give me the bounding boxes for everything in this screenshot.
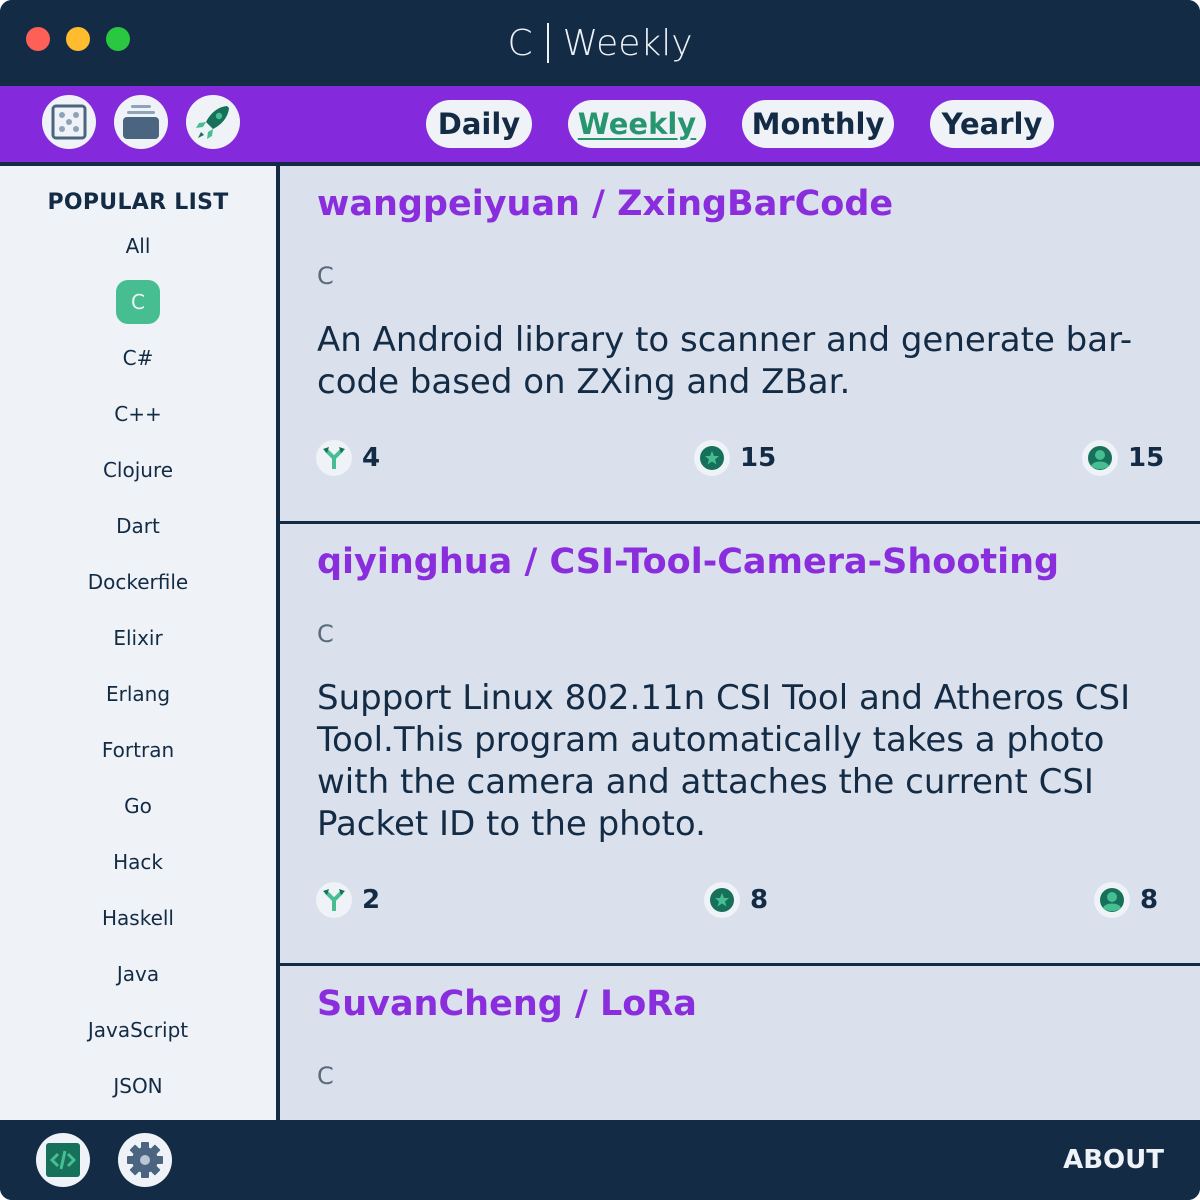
repo-title-link[interactable]: wangpeiyuan / ZxingBarCode: [317, 184, 893, 224]
sidebar-item-erlang[interactable]: Erlang: [0, 682, 276, 706]
star-count: 15: [694, 440, 776, 476]
sidebar-item-javascript[interactable]: JavaScript: [0, 1018, 276, 1042]
watcher-count: 8: [1094, 882, 1158, 918]
repo-list[interactable]: wangpeiyuan / ZxingBarCode C An Android …: [280, 166, 1200, 1120]
tab-monthly[interactable]: Monthly: [742, 100, 894, 148]
window-title: C Weekly: [0, 0, 1200, 86]
title-bar: C Weekly: [0, 0, 1200, 86]
sidebar-item-clojure[interactable]: Clojure: [0, 458, 276, 482]
sidebar-item-dockerfile[interactable]: Dockerfile: [0, 570, 276, 594]
repo-title-link[interactable]: qiyinghua / CSI-Tool-Camera-Shooting: [317, 542, 1059, 582]
sidebar-item-hack[interactable]: Hack: [0, 850, 276, 874]
fork-count: 4: [316, 440, 380, 476]
sidebar: POPULAR LIST All C C# C++ Clojure Dart D…: [0, 166, 280, 1120]
repo-language: C: [317, 620, 334, 648]
fork-count: 2: [316, 882, 380, 918]
bottom-bar: ABOUT: [0, 1120, 1200, 1200]
star-icon: [704, 882, 740, 918]
gear-icon: [127, 1142, 163, 1178]
sidebar-item-fortran[interactable]: Fortran: [0, 738, 276, 762]
sidebar-item-c[interactable]: C: [0, 280, 276, 324]
sidebar-item-java[interactable]: Java: [0, 962, 276, 986]
user-icon: [1094, 882, 1130, 918]
about-button[interactable]: ABOUT: [1063, 1120, 1164, 1200]
source-code-button[interactable]: [36, 1133, 90, 1187]
sidebar-item-json[interactable]: JSON: [0, 1074, 276, 1098]
sidebar-item-cpp[interactable]: C++: [0, 402, 276, 426]
sidebar-item-go[interactable]: Go: [0, 794, 276, 818]
sidebar-title: POPULAR LIST: [47, 190, 229, 215]
sidebar-item-haskell[interactable]: Haskell: [0, 906, 276, 930]
repo-language: C: [317, 1062, 334, 1090]
tab-daily[interactable]: Daily: [426, 100, 532, 148]
repo-language: C: [317, 262, 334, 290]
repo-card: wangpeiyuan / ZxingBarCode C An Android …: [280, 166, 1200, 524]
fork-icon: [316, 882, 352, 918]
repo-description: An Android library to scanner and genera…: [317, 320, 1133, 402]
period-tabs: Daily Weekly Monthly Yearly: [0, 100, 1200, 148]
title-period: Weekly: [562, 22, 693, 64]
toolbar: Daily Weekly Monthly Yearly: [0, 86, 1200, 162]
app-window: C Weekly Daily Weekly Monthly Yearly POP…: [0, 0, 1200, 1200]
star-count: 8: [704, 882, 768, 918]
repo-card: qiyinghua / CSI-Tool-Camera-Shooting C S…: [280, 524, 1200, 966]
tab-yearly[interactable]: Yearly: [930, 100, 1054, 148]
code-icon: [46, 1143, 80, 1177]
star-icon: [694, 440, 730, 476]
user-icon: [1082, 440, 1118, 476]
sidebar-item-all[interactable]: All: [0, 234, 276, 258]
watcher-count: 15: [1082, 440, 1164, 476]
repo-card: SuvanCheng / LoRa C: [280, 966, 1200, 1120]
sidebar-item-elixir[interactable]: Elixir: [0, 626, 276, 650]
settings-button[interactable]: [118, 1133, 172, 1187]
title-language: C: [507, 22, 533, 64]
sidebar-item-dart[interactable]: Dart: [0, 514, 276, 538]
repo-description: Support Linux 802.11n CSI Tool and Ather…: [317, 678, 1131, 844]
tab-weekly[interactable]: Weekly: [568, 100, 706, 148]
sidebar-item-csharp[interactable]: C#: [0, 346, 276, 370]
title-separator: [546, 23, 549, 63]
repo-title-link[interactable]: SuvanCheng / LoRa: [317, 984, 697, 1024]
fork-icon: [316, 440, 352, 476]
